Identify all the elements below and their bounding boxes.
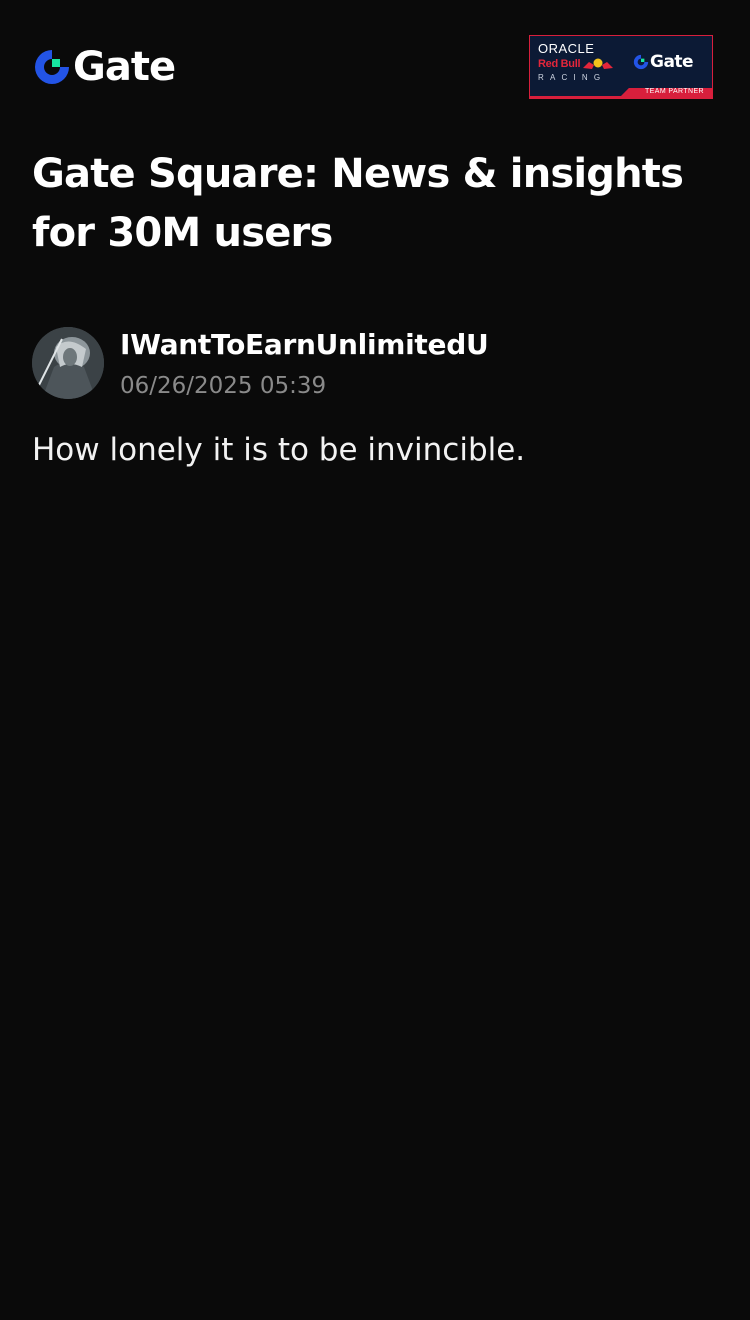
red-bull-icon <box>583 58 614 69</box>
redbull-row: Red Bull <box>538 56 618 72</box>
page-title: Gate Square: News & insights for 30M use… <box>32 151 684 256</box>
redbull-wordmark: Red Bull <box>538 58 581 70</box>
team-partner-label: TEAM PARTNER <box>645 88 704 95</box>
banner-gate-text: Gate <box>650 52 694 72</box>
user-avatar[interactable] <box>32 327 104 399</box>
logo-text: Gate <box>73 44 176 90</box>
author-name[interactable]: IWantToEarnUnlimitedU <box>120 327 489 363</box>
team-partner-banner[interactable]: ORACLE Red Bull RACING Gate TEAM PARTNER <box>529 35 713 99</box>
gate-logo[interactable]: Gate <box>33 44 176 90</box>
avatar-image <box>32 327 104 399</box>
gate-logo-small-icon <box>633 54 649 70</box>
oracle-redbull-racing-logo: ORACLE Red Bull RACING <box>538 42 618 88</box>
post-content: How lonely it is to be invincible. <box>32 432 526 468</box>
banner-gate-logo: Gate <box>633 50 694 74</box>
racing-wordmark: RACING <box>538 73 607 82</box>
post-author: IWantToEarnUnlimitedU 06/26/2025 05:39 <box>32 327 712 401</box>
header: Gate ORACLE Red Bull RACING Gate TEAM PA… <box>0 0 750 130</box>
gate-logo-icon <box>35 50 69 84</box>
oracle-wordmark: ORACLE <box>538 41 595 56</box>
post-timestamp: 06/26/2025 05:39 <box>120 373 327 399</box>
